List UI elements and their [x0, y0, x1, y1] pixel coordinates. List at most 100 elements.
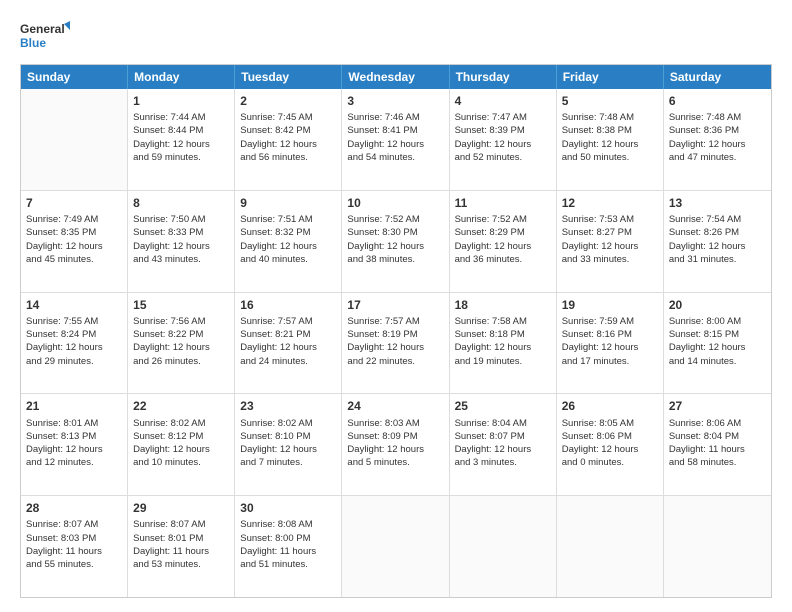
calendar-cell [21, 89, 128, 190]
day-info: Sunrise: 7:52 AM Sunset: 8:30 PM Dayligh… [347, 213, 443, 266]
day-info: Sunrise: 7:53 AM Sunset: 8:27 PM Dayligh… [562, 213, 658, 266]
calendar-cell: 17Sunrise: 7:57 AM Sunset: 8:19 PM Dayli… [342, 293, 449, 394]
calendar-day-header: Thursday [450, 65, 557, 89]
calendar-cell: 22Sunrise: 8:02 AM Sunset: 8:12 PM Dayli… [128, 394, 235, 495]
calendar-cell: 18 Sunrise: 7:58 AM Sunset: 8:18 PM Dayli… [450, 293, 557, 394]
calendar-cell: 8 Sunrise: 7:50 AM Sunset: 8:33 PM Daylig… [128, 191, 235, 292]
calendar-cell: 29 Sunrise: 8:07 AM Sunset: 8:01 PM Dayli… [128, 496, 235, 597]
day-info: Sunrise: 7:54 AM Sunset: 8:26 PM Dayligh… [669, 213, 766, 266]
day-number: 28 [26, 500, 122, 516]
calendar-day-header: Friday [557, 65, 664, 89]
calendar-cell: 10 Sunrise: 7:52 AM Sunset: 8:30 PM Dayli… [342, 191, 449, 292]
day-info: Sunrise: 8:06 AM Sunset: 8:04 PM Dayligh… [669, 417, 766, 470]
calendar-week-row: 7 Sunrise: 7:49 AM Sunset: 8:35 PM Daylig… [21, 191, 771, 293]
svg-text:General: General [20, 22, 65, 36]
logo: General Blue [20, 18, 70, 54]
calendar-day-header: Sunday [21, 65, 128, 89]
calendar-cell: 30Sunrise: 8:08 AM Sunset: 8:00 PM Dayli… [235, 496, 342, 597]
day-number: 24 [347, 398, 443, 414]
calendar-cell: 21 Sunrise: 8:01 AM Sunset: 8:13 PM Dayli… [21, 394, 128, 495]
day-number: 7 [26, 195, 122, 211]
day-number: 21 [26, 398, 122, 414]
day-number: 27 [669, 398, 766, 414]
calendar-cell: 7 Sunrise: 7:49 AM Sunset: 8:35 PM Daylig… [21, 191, 128, 292]
day-info: Sunrise: 7:50 AM Sunset: 8:33 PM Dayligh… [133, 213, 229, 266]
day-info: Sunrise: 7:55 AM Sunset: 8:24 PM Dayligh… [26, 315, 122, 368]
day-number: 12 [562, 195, 658, 211]
calendar-cell: 16 Sunrise: 7:57 AM Sunset: 8:21 PM Dayli… [235, 293, 342, 394]
calendar-week-row: 14Sunrise: 7:55 AM Sunset: 8:24 PM Dayli… [21, 293, 771, 395]
calendar-cell: 20 Sunrise: 8:00 AM Sunset: 8:15 PM Dayli… [664, 293, 771, 394]
calendar-cell [450, 496, 557, 597]
calendar-cell: 24 Sunrise: 8:03 AM Sunset: 8:09 PM Dayli… [342, 394, 449, 495]
day-number: 2 [240, 93, 336, 109]
day-number: 3 [347, 93, 443, 109]
day-info: Sunrise: 8:05 AM Sunset: 8:06 PM Dayligh… [562, 417, 658, 470]
day-info: Sunrise: 8:02 AM Sunset: 8:12 PM Dayligh… [133, 417, 229, 470]
calendar: SundayMondayTuesdayWednesdayThursdayFrid… [20, 64, 772, 598]
day-info: Sunrise: 7:59 AM Sunset: 8:16 PM Dayligh… [562, 315, 658, 368]
day-number: 19 [562, 297, 658, 313]
calendar-cell: 15Sunrise: 7:56 AM Sunset: 8:22 PM Dayli… [128, 293, 235, 394]
day-number: 5 [562, 93, 658, 109]
day-info: Sunrise: 8:02 AM Sunset: 8:10 PM Dayligh… [240, 417, 336, 470]
calendar-day-header: Saturday [664, 65, 771, 89]
day-info: Sunrise: 8:00 AM Sunset: 8:15 PM Dayligh… [669, 315, 766, 368]
day-number: 18 [455, 297, 551, 313]
calendar-cell: 28 Sunrise: 8:07 AM Sunset: 8:03 PM Dayli… [21, 496, 128, 597]
day-number: 4 [455, 93, 551, 109]
calendar-cell [342, 496, 449, 597]
day-number: 23 [240, 398, 336, 414]
calendar-cell: 4 Sunrise: 7:47 AM Sunset: 8:39 PM Daylig… [450, 89, 557, 190]
day-info: Sunrise: 7:45 AM Sunset: 8:42 PM Dayligh… [240, 111, 336, 164]
calendar-cell: 3 Sunrise: 7:46 AM Sunset: 8:41 PM Daylig… [342, 89, 449, 190]
day-info: Sunrise: 8:07 AM Sunset: 8:01 PM Dayligh… [133, 518, 229, 571]
day-number: 15 [133, 297, 229, 313]
day-number: 8 [133, 195, 229, 211]
day-info: Sunrise: 7:48 AM Sunset: 8:38 PM Dayligh… [562, 111, 658, 164]
calendar-cell [664, 496, 771, 597]
day-number: 29 [133, 500, 229, 516]
day-info: Sunrise: 7:49 AM Sunset: 8:35 PM Dayligh… [26, 213, 122, 266]
day-number: 6 [669, 93, 766, 109]
calendar-cell: 9Sunrise: 7:51 AM Sunset: 8:32 PM Daylig… [235, 191, 342, 292]
day-info: Sunrise: 7:47 AM Sunset: 8:39 PM Dayligh… [455, 111, 551, 164]
day-info: Sunrise: 8:07 AM Sunset: 8:03 PM Dayligh… [26, 518, 122, 571]
day-info: Sunrise: 7:48 AM Sunset: 8:36 PM Dayligh… [669, 111, 766, 164]
calendar-body: 1 Sunrise: 7:44 AM Sunset: 8:44 PM Daylig… [21, 89, 771, 597]
day-info: Sunrise: 7:44 AM Sunset: 8:44 PM Dayligh… [133, 111, 229, 164]
calendar-cell: 6 Sunrise: 7:48 AM Sunset: 8:36 PM Daylig… [664, 89, 771, 190]
day-number: 1 [133, 93, 229, 109]
day-info: Sunrise: 7:52 AM Sunset: 8:29 PM Dayligh… [455, 213, 551, 266]
calendar-week-row: 1 Sunrise: 7:44 AM Sunset: 8:44 PM Daylig… [21, 89, 771, 191]
calendar-cell: 13Sunrise: 7:54 AM Sunset: 8:26 PM Dayli… [664, 191, 771, 292]
day-number: 10 [347, 195, 443, 211]
day-info: Sunrise: 8:03 AM Sunset: 8:09 PM Dayligh… [347, 417, 443, 470]
day-info: Sunrise: 7:46 AM Sunset: 8:41 PM Dayligh… [347, 111, 443, 164]
calendar-day-header: Tuesday [235, 65, 342, 89]
day-info: Sunrise: 8:04 AM Sunset: 8:07 PM Dayligh… [455, 417, 551, 470]
calendar-cell: 14Sunrise: 7:55 AM Sunset: 8:24 PM Dayli… [21, 293, 128, 394]
day-number: 17 [347, 297, 443, 313]
day-number: 16 [240, 297, 336, 313]
calendar-header: SundayMondayTuesdayWednesdayThursdayFrid… [21, 65, 771, 89]
day-number: 20 [669, 297, 766, 313]
calendar-cell: 12 Sunrise: 7:53 AM Sunset: 8:27 PM Dayli… [557, 191, 664, 292]
svg-text:Blue: Blue [20, 36, 46, 50]
day-info: Sunrise: 7:57 AM Sunset: 8:21 PM Dayligh… [240, 315, 336, 368]
calendar-day-header: Monday [128, 65, 235, 89]
calendar-cell: 5 Sunrise: 7:48 AM Sunset: 8:38 PM Daylig… [557, 89, 664, 190]
day-number: 26 [562, 398, 658, 414]
calendar-cell: 19 Sunrise: 7:59 AM Sunset: 8:16 PM Dayli… [557, 293, 664, 394]
calendar-cell: 26 Sunrise: 8:05 AM Sunset: 8:06 PM Dayli… [557, 394, 664, 495]
calendar-cell [557, 496, 664, 597]
calendar-day-header: Wednesday [342, 65, 449, 89]
day-info: Sunrise: 8:01 AM Sunset: 8:13 PM Dayligh… [26, 417, 122, 470]
calendar-cell: 27 Sunrise: 8:06 AM Sunset: 8:04 PM Dayli… [664, 394, 771, 495]
calendar-cell: 23 Sunrise: 8:02 AM Sunset: 8:10 PM Dayli… [235, 394, 342, 495]
day-info: Sunrise: 7:58 AM Sunset: 8:18 PM Dayligh… [455, 315, 551, 368]
day-info: Sunrise: 7:51 AM Sunset: 8:32 PM Dayligh… [240, 213, 336, 266]
calendar-cell: 1 Sunrise: 7:44 AM Sunset: 8:44 PM Daylig… [128, 89, 235, 190]
calendar-cell: 11Sunrise: 7:52 AM Sunset: 8:29 PM Dayli… [450, 191, 557, 292]
day-number: 30 [240, 500, 336, 516]
